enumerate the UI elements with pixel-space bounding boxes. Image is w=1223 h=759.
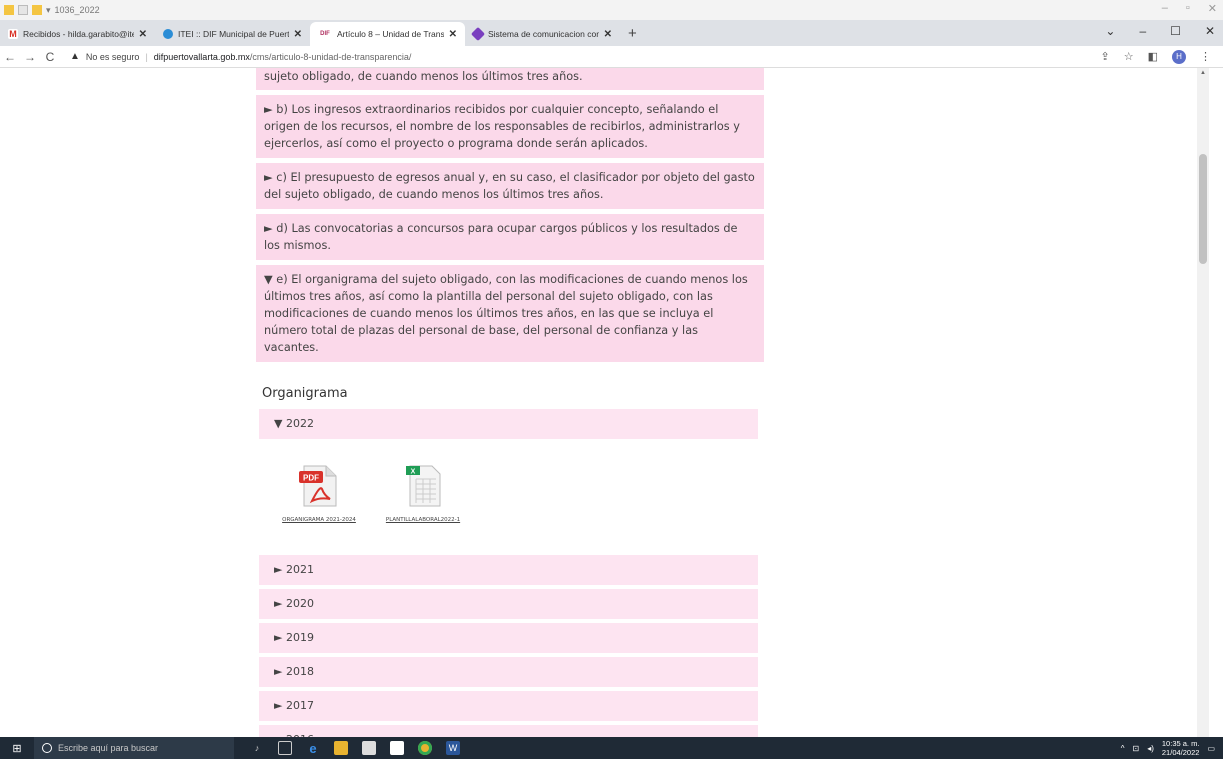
new-tab-button[interactable]: + [620, 25, 645, 46]
notifications-icon[interactable]: ▭ [1207, 744, 1215, 753]
pdf-icon: PDF [299, 465, 337, 507]
tab-close-icon[interactable]: ✕ [139, 29, 147, 40]
gmail-icon: M [8, 29, 18, 39]
tab-close-icon[interactable]: ✕ [604, 29, 612, 40]
windows-taskbar: ⊞ Escribe aquí para buscar ♪ e W ^ ⊡ ◂) … [0, 737, 1223, 759]
year-toggle-2019[interactable]: ► 2019 [259, 623, 758, 653]
save-icon[interactable] [18, 5, 28, 15]
reload-icon[interactable]: C [40, 50, 60, 64]
tray-chevron-icon[interactable]: ^ [1121, 744, 1125, 753]
browser-toolbar: ← → C ▲ No es seguro | difpuertovallarta… [0, 46, 1223, 68]
restore-icon[interactable]: ▫ [1186, 2, 1190, 15]
tab-label: Artículo 8 – Unidad de Transpare [337, 29, 444, 39]
tab-articulo-8[interactable]: DIF Artículo 8 – Unidad de Transpare ✕ [310, 22, 465, 46]
year-toggle-2017[interactable]: ► 2017 [259, 691, 758, 721]
folder-icon[interactable] [4, 5, 14, 15]
vertical-scrollbar[interactable]: ▲ [1197, 68, 1209, 737]
item-text: ► b) Los ingresos extraordinarios recibi… [264, 103, 740, 150]
item-text: ► d) Las convocatorias a concursos para … [264, 222, 738, 252]
file-label[interactable]: PLANTILLALABORAL2022-1 [378, 517, 468, 523]
year-toggle-2021[interactable]: ► 2021 [259, 555, 758, 585]
tab-close-icon[interactable]: ✕ [449, 29, 457, 40]
time-label: 10:35 a. m. [1161, 739, 1200, 748]
item-text: ► c) El presupuesto de egresos anual y, … [264, 171, 755, 201]
address-bar[interactable]: ▲ No es seguro | difpuertovallarta.gob.m… [60, 51, 1101, 62]
tab-close-icon[interactable]: ✕ [294, 29, 302, 40]
url-host: difpuertovallarta.gob.mx [153, 51, 250, 62]
share-icon[interactable]: ⇪ [1101, 50, 1110, 63]
maximize-icon[interactable]: ☐ [1170, 24, 1181, 38]
date-label: 21/04/2022 [1161, 748, 1200, 757]
file-plantilla[interactable]: X PLANTILLALABORAL2022-1 [378, 463, 468, 523]
tab-sistema[interactable]: Sistema de comunicacion con los ✕ [465, 22, 620, 46]
tab-search-icon[interactable]: ⌄ [1105, 24, 1115, 38]
accordion-item-a-tail[interactable]: sujeto obligado, de cuando menos los últ… [256, 68, 764, 90]
tab-label: Sistema de comunicacion con los [488, 29, 599, 39]
spreadsheet-icon: X [406, 465, 441, 507]
item-text: ▼ e) El organigrama del sujeto obligado,… [264, 273, 748, 354]
accordion-item-e[interactable]: ▼ e) El organigrama del sujeto obligado,… [256, 265, 764, 362]
store-icon[interactable] [362, 741, 376, 755]
year-toggle-2016[interactable]: ► 2016 [259, 725, 758, 737]
back-icon[interactable]: ← [0, 50, 20, 64]
item-text: sujeto obligado, de cuando menos los últ… [264, 70, 583, 83]
edge-icon[interactable]: e [306, 741, 320, 756]
profile-avatar[interactable]: H [1172, 49, 1186, 64]
year-toggle-2022[interactable]: ▼ 2022 [259, 409, 758, 439]
network-icon[interactable]: ⊡ [1133, 744, 1140, 753]
folder-open-icon[interactable] [32, 5, 42, 15]
file-explorer-icon[interactable] [334, 741, 348, 755]
word-icon[interactable]: W [446, 741, 460, 755]
office-title-bar: ▾ 1036_2022 – ▫ ✕ [0, 0, 1223, 20]
year-toggle-2020[interactable]: ► 2020 [259, 589, 758, 619]
dif-icon: DIF [320, 31, 330, 37]
windows-start-icon[interactable]: ⊞ [0, 742, 34, 755]
accordion-item-b[interactable]: ► b) Los ingresos extraordinarios recibi… [256, 95, 764, 158]
chrome-icon[interactable] [418, 741, 432, 755]
microphone-icon[interactable]: ♪ [250, 741, 264, 755]
cortana-icon [42, 743, 52, 753]
system-tray: ^ ⊡ ◂) 10:35 a. m. 21/04/2022 ▭ [1121, 737, 1215, 759]
clock[interactable]: 10:35 a. m. 21/04/2022 [1162, 739, 1200, 757]
page-viewport: sujeto obligado, de cuando menos los últ… [0, 68, 1223, 737]
side-panel-icon[interactable]: ◧ [1148, 50, 1158, 63]
scroll-up-icon[interactable]: ▲ [1200, 70, 1206, 76]
section-title: Organigrama [262, 386, 348, 401]
menu-icon[interactable]: ⋮ [1200, 50, 1211, 63]
tab-gmail[interactable]: M Recibidos - hilda.garabito@itei.or ✕ [0, 22, 155, 46]
itei-icon [163, 29, 173, 39]
file-label[interactable]: ORGANIGRAMA 2021-2024 [274, 517, 364, 523]
volume-icon[interactable]: ◂) [1147, 744, 1154, 753]
minimize-icon[interactable]: – [1162, 2, 1168, 15]
sistema-icon [470, 26, 486, 42]
close-icon[interactable]: ✕ [1208, 2, 1217, 15]
quick-access-toolbar: ▾ 1036_2022 [0, 5, 100, 16]
tab-itei[interactable]: ITEI :: DIF Municipal de Puerto Va ✕ [155, 22, 310, 46]
transparency-content: sujeto obligado, de cuando menos los últ… [256, 68, 764, 737]
svg-text:X: X [411, 469, 416, 476]
tab-label: Recibidos - hilda.garabito@itei.or [23, 29, 134, 39]
taskbar-search[interactable]: Escribe aquí para buscar [34, 737, 234, 759]
close-icon[interactable]: ✕ [1205, 24, 1215, 38]
accordion-item-d[interactable]: ► d) Las convocatorias a concursos para … [256, 214, 764, 260]
bookmark-star-icon[interactable]: ☆ [1124, 50, 1134, 63]
file-organigrama[interactable]: PDF ORGANIGRAMA 2021-2024 [274, 463, 364, 523]
minimize-icon[interactable]: – [1139, 24, 1146, 38]
mail-icon[interactable] [390, 741, 404, 755]
dropdown-icon[interactable]: ▾ [46, 5, 51, 16]
year-toggle-2018[interactable]: ► 2018 [259, 657, 758, 687]
url-path: /cms/articulo-8-unidad-de-transparencia/ [249, 51, 412, 62]
forward-icon[interactable]: → [20, 50, 40, 64]
warning-icon[interactable]: ▲ [70, 51, 80, 62]
security-label[interactable]: No es seguro [86, 52, 140, 62]
scrollbar-thumb[interactable] [1199, 154, 1207, 264]
file-list: PDF ORGANIGRAMA 2021-2024 X PLANTILLALAB… [256, 443, 764, 555]
svg-text:PDF: PDF [303, 474, 319, 483]
document-name: 1036_2022 [54, 5, 100, 15]
task-view-icon[interactable] [278, 741, 292, 755]
browser-tab-strip: M Recibidos - hilda.garabito@itei.or ✕ I… [0, 20, 1223, 46]
accordion-item-c[interactable]: ► c) El presupuesto de egresos anual y, … [256, 163, 764, 209]
search-placeholder: Escribe aquí para buscar [58, 743, 159, 753]
tab-label: ITEI :: DIF Municipal de Puerto Va [178, 29, 289, 39]
